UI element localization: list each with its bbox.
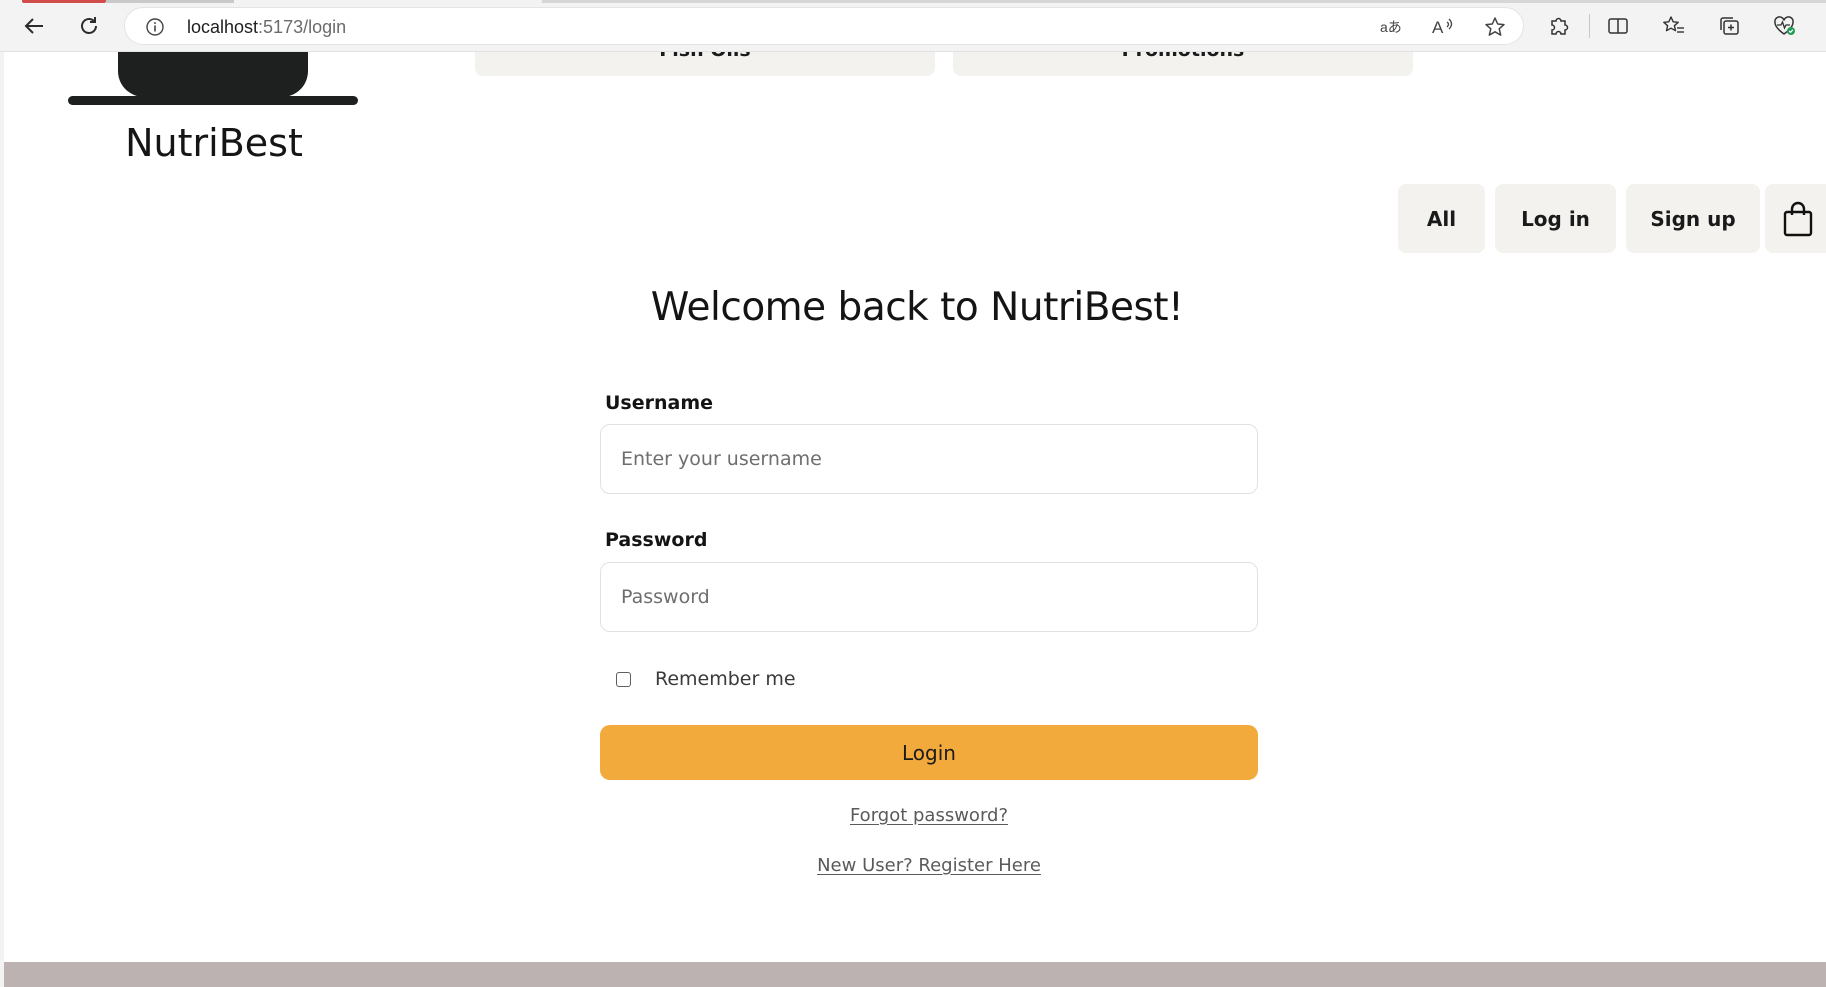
url-text[interactable]: localhost:5173/login bbox=[187, 17, 346, 38]
toolbar-divider bbox=[1589, 14, 1590, 38]
category-tab-fish-oils[interactable]: Fish Oils bbox=[475, 52, 935, 76]
page-title: Welcome back to NutriBest! bbox=[650, 285, 1184, 330]
logo-underline bbox=[68, 96, 358, 105]
footer bbox=[4, 962, 1826, 987]
register-link[interactable]: New User? Register Here bbox=[4, 855, 1826, 876]
split-screen-icon[interactable] bbox=[1605, 13, 1631, 39]
svg-text:A: A bbox=[1432, 18, 1444, 37]
category-tab-promotions[interactable]: Promotions bbox=[953, 52, 1413, 76]
star-icon[interactable] bbox=[1483, 15, 1507, 39]
svg-text:aあ: aあ bbox=[1380, 19, 1402, 35]
page: NutriBest Fish Oils Promotions All Log i… bbox=[0, 52, 1826, 987]
remember-me-label[interactable]: Remember me bbox=[655, 668, 796, 690]
shopping-bag-icon bbox=[1783, 201, 1812, 236]
heartbeat-icon[interactable] bbox=[1771, 13, 1797, 39]
collections-icon[interactable] bbox=[1716, 13, 1742, 39]
username-input[interactable] bbox=[600, 424, 1258, 494]
username-label: Username bbox=[605, 392, 714, 414]
tab-strip bbox=[542, 0, 1826, 3]
tab-strip bbox=[106, 0, 234, 3]
read-aloud-icon[interactable]: A bbox=[1431, 15, 1455, 39]
signup-nav-button[interactable]: Sign up bbox=[1626, 184, 1760, 253]
remember-me-checkbox[interactable] bbox=[616, 672, 631, 687]
refresh-icon[interactable] bbox=[73, 10, 105, 42]
browser-toolbar: localhost:5173/login aあ A bbox=[0, 0, 1826, 52]
login-submit-button[interactable]: Login bbox=[600, 725, 1258, 780]
password-label: Password bbox=[605, 529, 708, 551]
puzzle-icon[interactable] bbox=[1546, 13, 1572, 39]
address-bar[interactable]: localhost:5173/login aあ A bbox=[124, 7, 1524, 45]
translate-icon[interactable]: aあ bbox=[1379, 15, 1403, 39]
all-button[interactable]: All bbox=[1398, 184, 1485, 253]
logo-mark[interactable] bbox=[118, 52, 308, 97]
info-icon[interactable] bbox=[145, 17, 165, 37]
tab-indicator bbox=[22, 0, 106, 3]
back-arrow-icon[interactable] bbox=[18, 10, 50, 42]
password-input[interactable] bbox=[600, 562, 1258, 632]
login-nav-button[interactable]: Log in bbox=[1495, 184, 1616, 253]
brand-name[interactable]: NutriBest bbox=[4, 121, 424, 165]
forgot-password-link[interactable]: Forgot password? bbox=[4, 805, 1826, 826]
cart-button[interactable] bbox=[1765, 184, 1826, 253]
favorites-list-icon[interactable] bbox=[1661, 13, 1687, 39]
